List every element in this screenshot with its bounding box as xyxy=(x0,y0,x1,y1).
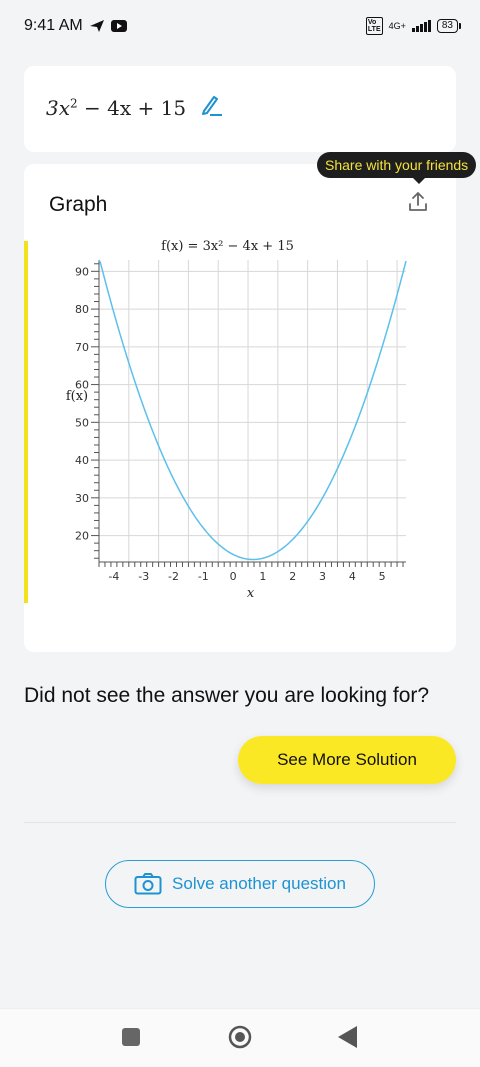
network-type: 4G+ xyxy=(388,21,406,31)
x-tick-label: -4 xyxy=(108,570,119,583)
divider xyxy=(24,822,456,823)
x-tick-label: -3 xyxy=(138,570,149,583)
share-tooltip: Share with your friends xyxy=(317,152,477,184)
status-time: 9:41 AM xyxy=(24,17,83,34)
recent-apps-icon[interactable] xyxy=(122,1028,140,1046)
x-tick-label: 4 xyxy=(349,570,356,583)
volte-icon: Vo LTE xyxy=(365,17,383,35)
y-tick-label: 30 xyxy=(75,492,89,505)
y-tick-label: 80 xyxy=(75,303,89,316)
equation-card[interactable]: 3x2 − 4x + 15 xyxy=(24,66,456,152)
y-tick-label: 20 xyxy=(75,530,89,543)
navigation-bar xyxy=(0,1008,480,1067)
location-arrow-icon xyxy=(89,20,104,32)
y-tick-label: 70 xyxy=(75,341,89,354)
back-icon[interactable] xyxy=(338,1026,357,1048)
x-tick-label: 1 xyxy=(259,570,266,583)
status-bar: 9:41 AM Vo LTE 4G+ 83 xyxy=(0,0,480,52)
y-tick-label: 40 xyxy=(75,454,89,467)
solve-another-question-button[interactable]: Solve another question xyxy=(105,860,375,908)
signal-icon xyxy=(411,20,431,32)
youtube-icon xyxy=(110,20,127,32)
battery-level: 83 xyxy=(441,20,453,31)
share-icon[interactable] xyxy=(406,190,430,214)
function-curve xyxy=(98,259,407,561)
x-tick-label: -2 xyxy=(168,570,179,583)
x-axis-label: x xyxy=(247,586,255,601)
question-text: Did not see the answer you are looking f… xyxy=(24,684,430,707)
equation-text: 3x2 − 4x + 15 xyxy=(46,96,187,120)
y-axis-label: f(x) xyxy=(66,389,88,404)
edit-icon[interactable] xyxy=(200,93,226,119)
x-tick-label: -1 xyxy=(198,570,209,583)
x-tick-label: 5 xyxy=(379,570,386,583)
y-tick-label: 90 xyxy=(75,265,89,278)
graph-title: Graph xyxy=(49,193,108,216)
y-tick-label: 50 xyxy=(75,416,89,429)
x-tick-label: 2 xyxy=(289,570,296,583)
chart-title: f(x) = 3x² − 4x + 15 xyxy=(161,239,294,254)
x-tick-label: 3 xyxy=(319,570,326,583)
see-more-solution-button[interactable]: See More Solution xyxy=(238,736,456,784)
function-chart: -4 -3 -2 -1 0 1 2 3 4 52030405060708090xf(x)f(x) … xyxy=(66,239,407,601)
camera-icon xyxy=(134,873,162,895)
home-icon[interactable] xyxy=(228,1025,252,1049)
solve-another-label: Solve another question xyxy=(172,874,346,893)
battery-icon: 83 xyxy=(436,19,462,33)
x-tick-label: 0 xyxy=(230,570,237,583)
